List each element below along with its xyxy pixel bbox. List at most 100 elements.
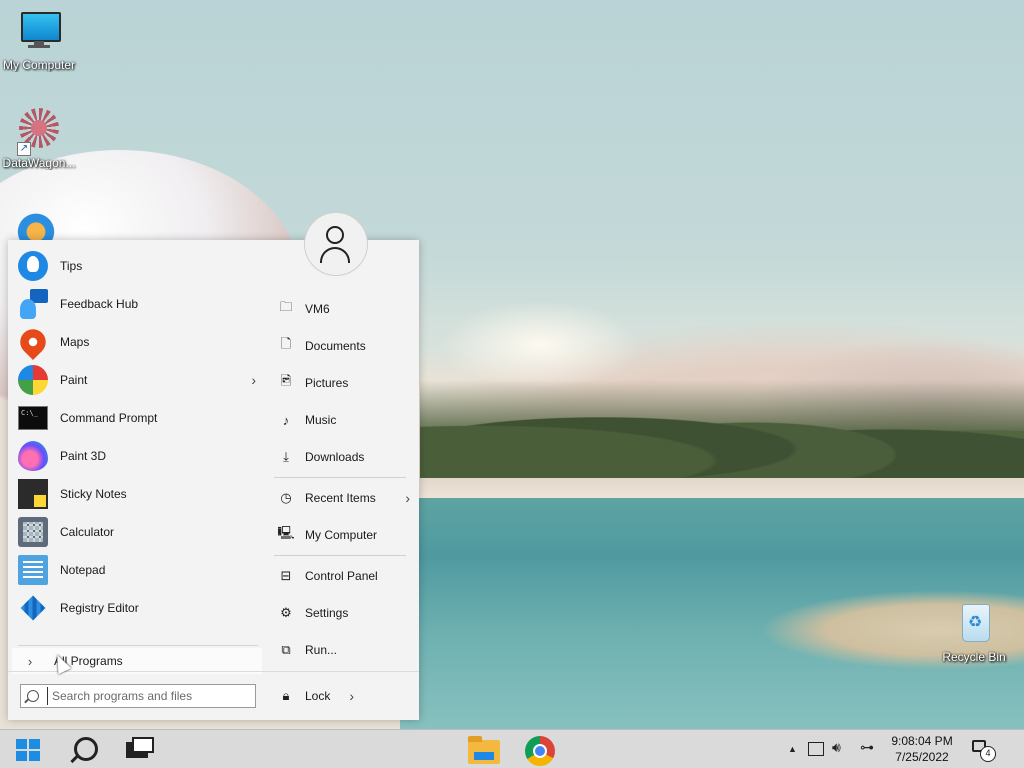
network-icon[interactable] xyxy=(808,742,824,756)
lock-icon: 🔒︎ xyxy=(282,688,290,703)
place-label: My Computer xyxy=(305,528,378,542)
taskbar-chrome[interactable] xyxy=(516,732,564,766)
shortcut-arrow-icon: ↗ xyxy=(17,142,31,156)
app-label: Tips xyxy=(60,259,83,273)
volume-icon[interactable]: 🔊︎ xyxy=(832,739,841,756)
place-documents[interactable]: 🗋 Documents xyxy=(274,332,414,360)
start-button[interactable] xyxy=(4,732,52,766)
lock-button[interactable]: 🔒︎ Lock › xyxy=(274,682,414,710)
desktop-icon-datawagon[interactable]: ↗ DataWagon... xyxy=(1,106,77,170)
edge-browser-icon[interactable] xyxy=(14,208,58,242)
sliders-icon[interactable]: ⊶ xyxy=(860,739,874,756)
taskbar-search-button[interactable] xyxy=(62,732,110,766)
chevron-right-icon: › xyxy=(27,653,33,669)
place-settings[interactable]: ⚙ Settings xyxy=(274,599,414,627)
user-folder-icon: 🗀 xyxy=(279,299,293,314)
divider xyxy=(8,671,419,672)
clock-icon: ◷ xyxy=(280,490,292,505)
sticky-note-icon xyxy=(18,479,48,509)
place-control-panel[interactable]: ⊟ Control Panel xyxy=(274,562,414,590)
datawagon-icon: ↗ xyxy=(15,106,63,156)
run-icon: ⧉ xyxy=(281,642,291,657)
desktop-icon-my-computer[interactable]: My Computer xyxy=(1,8,77,72)
app-label: Notepad xyxy=(60,563,106,577)
place-label: Settings xyxy=(305,606,349,620)
place-music[interactable]: ♪ Music xyxy=(274,406,414,434)
start-app-registry-editor[interactable]: Registry Editor xyxy=(12,590,262,626)
document-icon: 🗋 xyxy=(280,336,292,351)
clock-date: 7/25/2022 xyxy=(895,750,949,764)
app-label: Command Prompt xyxy=(60,411,158,425)
windows-logo-icon xyxy=(16,739,40,761)
start-app-notepad[interactable]: Notepad xyxy=(12,552,262,588)
place-label: Music xyxy=(305,413,337,427)
user-avatar[interactable] xyxy=(304,212,368,276)
calculator-icon xyxy=(18,517,48,547)
place-run[interactable]: ⧉ Run... xyxy=(274,636,414,664)
lock-label: Lock xyxy=(305,689,331,703)
start-app-sticky-notes[interactable]: Sticky Notes xyxy=(12,476,262,512)
app-label: Paint 3D xyxy=(60,449,107,463)
notification-count: 4 xyxy=(980,746,996,762)
start-app-paint[interactable]: Paint › xyxy=(12,362,262,398)
wallpaper-glow xyxy=(440,300,640,390)
clock[interactable]: 9:08:04 PM 7/25/2022 xyxy=(880,733,964,765)
start-app-feedback-hub[interactable]: Feedback Hub xyxy=(12,286,262,322)
desktop-icon-label: Recycle Bin xyxy=(942,650,1006,664)
map-pin-icon xyxy=(14,323,52,361)
place-label: Control Panel xyxy=(305,569,378,583)
palette-icon xyxy=(18,365,48,395)
chrome-icon xyxy=(525,736,555,766)
start-app-calculator[interactable]: Calculator xyxy=(12,514,262,550)
gear-icon: ⚙ xyxy=(280,605,292,620)
app-label: Sticky Notes xyxy=(60,487,127,501)
taskbar: ▲ 🔊︎ ⊶ 9:08:04 PM 7/25/2022 4 xyxy=(0,729,1024,768)
chevron-up-icon[interactable]: ▲ xyxy=(788,744,797,754)
start-app-command-prompt[interactable]: Command Prompt xyxy=(12,400,262,436)
place-downloads[interactable]: ⤓ Downloads xyxy=(274,443,414,471)
place-pictures[interactable]: 🖻 Pictures xyxy=(274,369,414,397)
start-app-maps[interactable]: Maps xyxy=(12,323,262,361)
folder-icon xyxy=(468,736,500,764)
registry-icon xyxy=(18,593,48,623)
divider xyxy=(18,645,258,646)
place-vm6[interactable]: 🗀 VM6 xyxy=(274,295,414,323)
app-label: Maps xyxy=(60,335,90,349)
desktop-icon-label: DataWagon... xyxy=(2,156,76,170)
place-label: Run... xyxy=(305,643,338,657)
download-icon: ⤓ xyxy=(283,449,289,464)
start-app-tips[interactable]: Tips xyxy=(12,248,262,284)
taskbar-file-explorer[interactable] xyxy=(460,732,508,766)
control-panel-icon: ⊟ xyxy=(280,568,292,583)
app-label: Paint xyxy=(60,373,88,387)
chevron-right-icon[interactable]: › xyxy=(405,490,410,506)
place-label: Pictures xyxy=(305,376,349,390)
picture-icon: 🖻 xyxy=(280,373,292,388)
start-menu-apps-pane: Tips Feedback Hub Maps Paint › Command P… xyxy=(8,240,266,720)
start-app-paint-3d[interactable]: Paint 3D xyxy=(12,438,262,474)
paint3d-icon xyxy=(18,441,48,471)
divider xyxy=(274,477,406,478)
divider xyxy=(274,555,406,556)
task-view-icon xyxy=(126,737,154,758)
app-label: Feedback Hub xyxy=(60,297,139,311)
desktop-icon-recycle-bin[interactable]: ♻ Recycle Bin xyxy=(936,600,1012,664)
notepad-icon xyxy=(18,555,48,585)
chevron-right-icon[interactable]: › xyxy=(349,688,354,704)
terminal-icon xyxy=(18,406,48,430)
search-input[interactable] xyxy=(47,687,244,705)
task-view-button[interactable] xyxy=(118,732,166,766)
app-label: Registry Editor xyxy=(60,601,139,615)
clock-time: 9:08:04 PM xyxy=(891,734,953,748)
notifications-button[interactable]: 4 xyxy=(970,738,996,762)
search-box[interactable] xyxy=(20,684,256,708)
search-icon xyxy=(74,737,98,761)
place-label: Downloads xyxy=(305,450,365,464)
start-menu-places-pane: 🗀 VM6 🗋 Documents 🖻 Pictures ♪ Music ⤓ D… xyxy=(266,240,419,720)
place-my-computer[interactable]: 🖳 My Computer xyxy=(274,521,414,549)
place-label: VM6 xyxy=(305,302,330,316)
place-label: Documents xyxy=(305,339,366,353)
chevron-right-icon[interactable]: › xyxy=(251,372,256,388)
place-recent-items[interactable]: ◷ Recent Items › xyxy=(274,484,414,512)
monitor-icon xyxy=(15,8,63,56)
